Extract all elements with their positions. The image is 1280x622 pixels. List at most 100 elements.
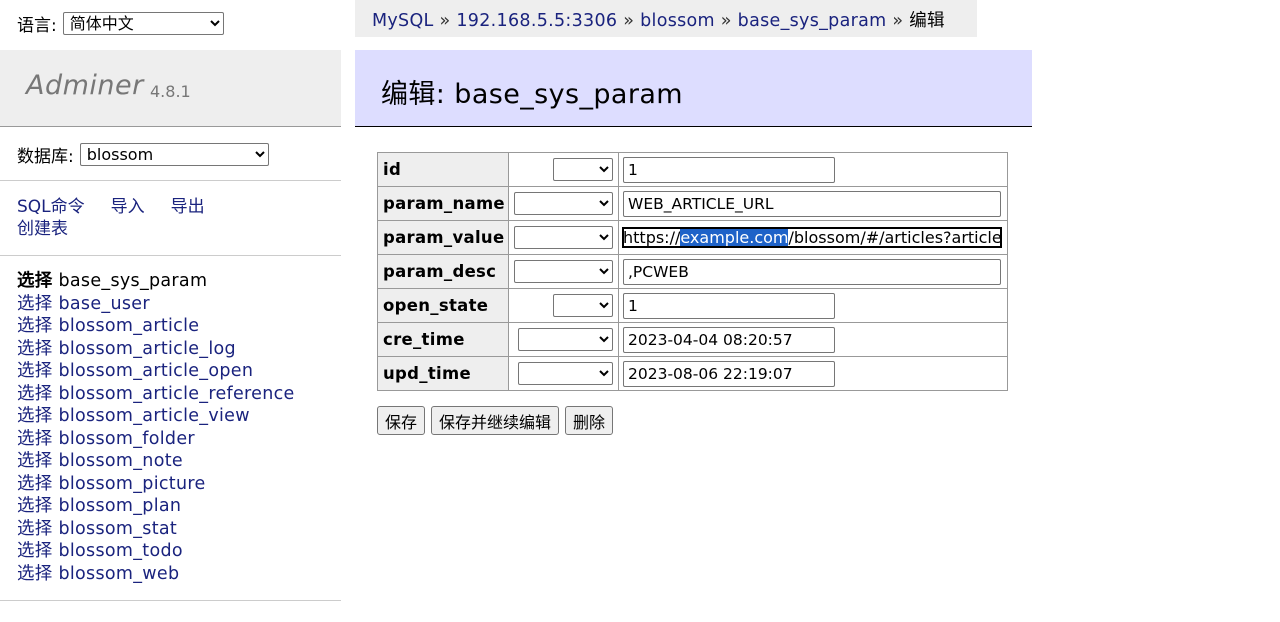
app-name-link[interactable]: Adminer <box>26 70 144 101</box>
value-text-after: /blossom/#/articles?articleId= <box>788 228 1001 247</box>
select-link[interactable]: 选择 <box>17 339 53 359</box>
table-name-link[interactable]: blossom_web <box>58 564 179 584</box>
page-heading: 编辑: base_sys_param <box>355 50 1032 127</box>
table-list-item: 选择 blossom_article_open <box>17 360 295 383</box>
save-button[interactable]: 保存 <box>377 406 426 435</box>
field-row-id: id <box>377 152 1008 187</box>
database-row: 数据库: blossom <box>17 142 269 167</box>
select-link[interactable]: 选择 <box>17 519 53 539</box>
select-link[interactable]: 选择 <box>17 429 53 449</box>
table-list-item: 选择 blossom_web <box>17 563 295 586</box>
command-links: SQL命令 导入 导出 创建表 <box>17 196 231 240</box>
select-link[interactable]: 选择 <box>17 564 53 584</box>
field-row-param-name: param_name <box>377 186 1008 221</box>
select-link[interactable]: 选择 <box>17 361 53 381</box>
logo: Adminer 4.8.1 <box>0 50 341 127</box>
function-select[interactable] <box>518 328 613 351</box>
field-label: upd_time <box>377 356 509 391</box>
language-select[interactable]: 简体中文 <box>62 11 224 35</box>
table-list-item: 选择 blossom_article <box>17 315 295 338</box>
field-label: id <box>377 152 509 187</box>
table-list-item: 选择 base_sys_param <box>17 270 295 293</box>
table-name-link[interactable]: base_user <box>58 294 149 314</box>
table-list: 选择 base_sys_param 选择 base_user 选择 blossom_… <box>17 270 295 585</box>
database-select[interactable]: blossom <box>79 142 269 166</box>
table-name-link[interactable]: blossom_article_log <box>58 339 235 359</box>
function-select[interactable] <box>553 158 613 181</box>
page-title: 编辑: base_sys_param <box>381 79 683 110</box>
language-label: 语言: <box>17 15 57 36</box>
open-state-input[interactable] <box>623 292 835 319</box>
sql-command-link[interactable]: SQL命令 <box>17 197 85 217</box>
function-cell <box>508 322 619 357</box>
divider <box>0 180 341 181</box>
table-list-item: 选择 blossom_article_view <box>17 405 295 428</box>
export-link[interactable]: 导出 <box>171 197 205 217</box>
select-link[interactable]: 选择 <box>17 316 53 336</box>
table-name-link[interactable]: blossom_plan <box>58 496 181 516</box>
function-select[interactable] <box>514 192 613 215</box>
table-list-item: 选择 blossom_picture <box>17 473 295 496</box>
value-text-before: https:// <box>623 228 681 247</box>
table-name-link[interactable]: blossom_picture <box>58 474 205 494</box>
param-desc-input[interactable] <box>623 258 1001 285</box>
function-cell <box>508 186 619 221</box>
select-link[interactable]: 选择 <box>17 496 53 516</box>
id-input[interactable] <box>623 156 835 183</box>
upd-time-input[interactable] <box>623 360 835 387</box>
select-link[interactable]: 选择 <box>17 474 53 494</box>
field-label: param_value <box>377 220 509 255</box>
table-list-item: 选择 blossom_plan <box>17 495 295 518</box>
field-label: open_state <box>377 288 509 323</box>
create-table-link[interactable]: 创建表 <box>17 219 68 239</box>
table-name-link[interactable]: blossom_article_reference <box>58 384 294 404</box>
table-name-link[interactable]: blossom_stat <box>58 519 177 539</box>
table-name-link[interactable]: blossom_todo <box>58 541 182 561</box>
breadcrumb-separator: » <box>439 11 451 31</box>
table-list-item: 选择 blossom_article_reference <box>17 383 295 406</box>
table-name-link[interactable]: blossom_article_open <box>58 361 253 381</box>
select-link[interactable]: 选择 <box>17 541 53 561</box>
breadcrumb-separator: » <box>892 11 904 31</box>
breadcrumb-link[interactable]: base_sys_param <box>738 11 887 31</box>
breadcrumb-link[interactable]: MySQL <box>372 11 434 31</box>
breadcrumb-current: 编辑 <box>909 11 945 31</box>
app-version: 4.8.1 <box>150 82 191 101</box>
breadcrumb-link[interactable]: 192.168.5.5:3306 <box>456 11 617 31</box>
field-label: param_desc <box>377 254 509 289</box>
table-name-link[interactable]: blossom_article <box>58 316 199 336</box>
table-list-item: 选择 base_user <box>17 293 295 316</box>
divider <box>0 600 341 601</box>
table-name-link[interactable]: blossom_article_view <box>58 406 249 426</box>
cre-time-input[interactable] <box>623 326 835 353</box>
selected-text: example.com <box>680 228 789 247</box>
select-link[interactable]: 选择 <box>17 271 53 291</box>
table-name-link[interactable]: blossom_folder <box>58 429 194 449</box>
value-cell <box>618 356 1008 391</box>
select-link[interactable]: 选择 <box>17 406 53 426</box>
value-cell: https://example.com/blossom/#/articles?a… <box>618 220 1008 255</box>
table-list-item: 选择 blossom_todo <box>17 540 295 563</box>
function-select[interactable] <box>514 226 613 249</box>
table-list-item: 选择 blossom_stat <box>17 518 295 541</box>
param-value-input[interactable]: https://example.com/blossom/#/articles?a… <box>622 227 1002 248</box>
select-link[interactable]: 选择 <box>17 451 53 471</box>
table-name-link[interactable]: base_sys_param <box>58 271 207 291</box>
value-cell <box>618 254 1008 289</box>
form-buttons: 保存 保存并继续编辑 删除 <box>377 406 614 435</box>
function-select[interactable] <box>518 362 613 385</box>
function-select[interactable] <box>514 260 613 283</box>
value-cell <box>618 152 1008 187</box>
function-select[interactable] <box>553 294 613 317</box>
field-label: param_name <box>377 186 509 221</box>
select-link[interactable]: 选择 <box>17 294 53 314</box>
import-link[interactable]: 导入 <box>111 197 145 217</box>
delete-button[interactable]: 删除 <box>565 406 614 435</box>
field-row-open-state: open_state <box>377 288 1008 323</box>
save-and-continue-button[interactable]: 保存并继续编辑 <box>431 406 560 435</box>
select-link[interactable]: 选择 <box>17 384 53 404</box>
value-cell <box>618 322 1008 357</box>
breadcrumb-link[interactable]: blossom <box>640 11 715 31</box>
table-name-link[interactable]: blossom_note <box>58 451 182 471</box>
param-name-input[interactable] <box>623 190 1001 217</box>
